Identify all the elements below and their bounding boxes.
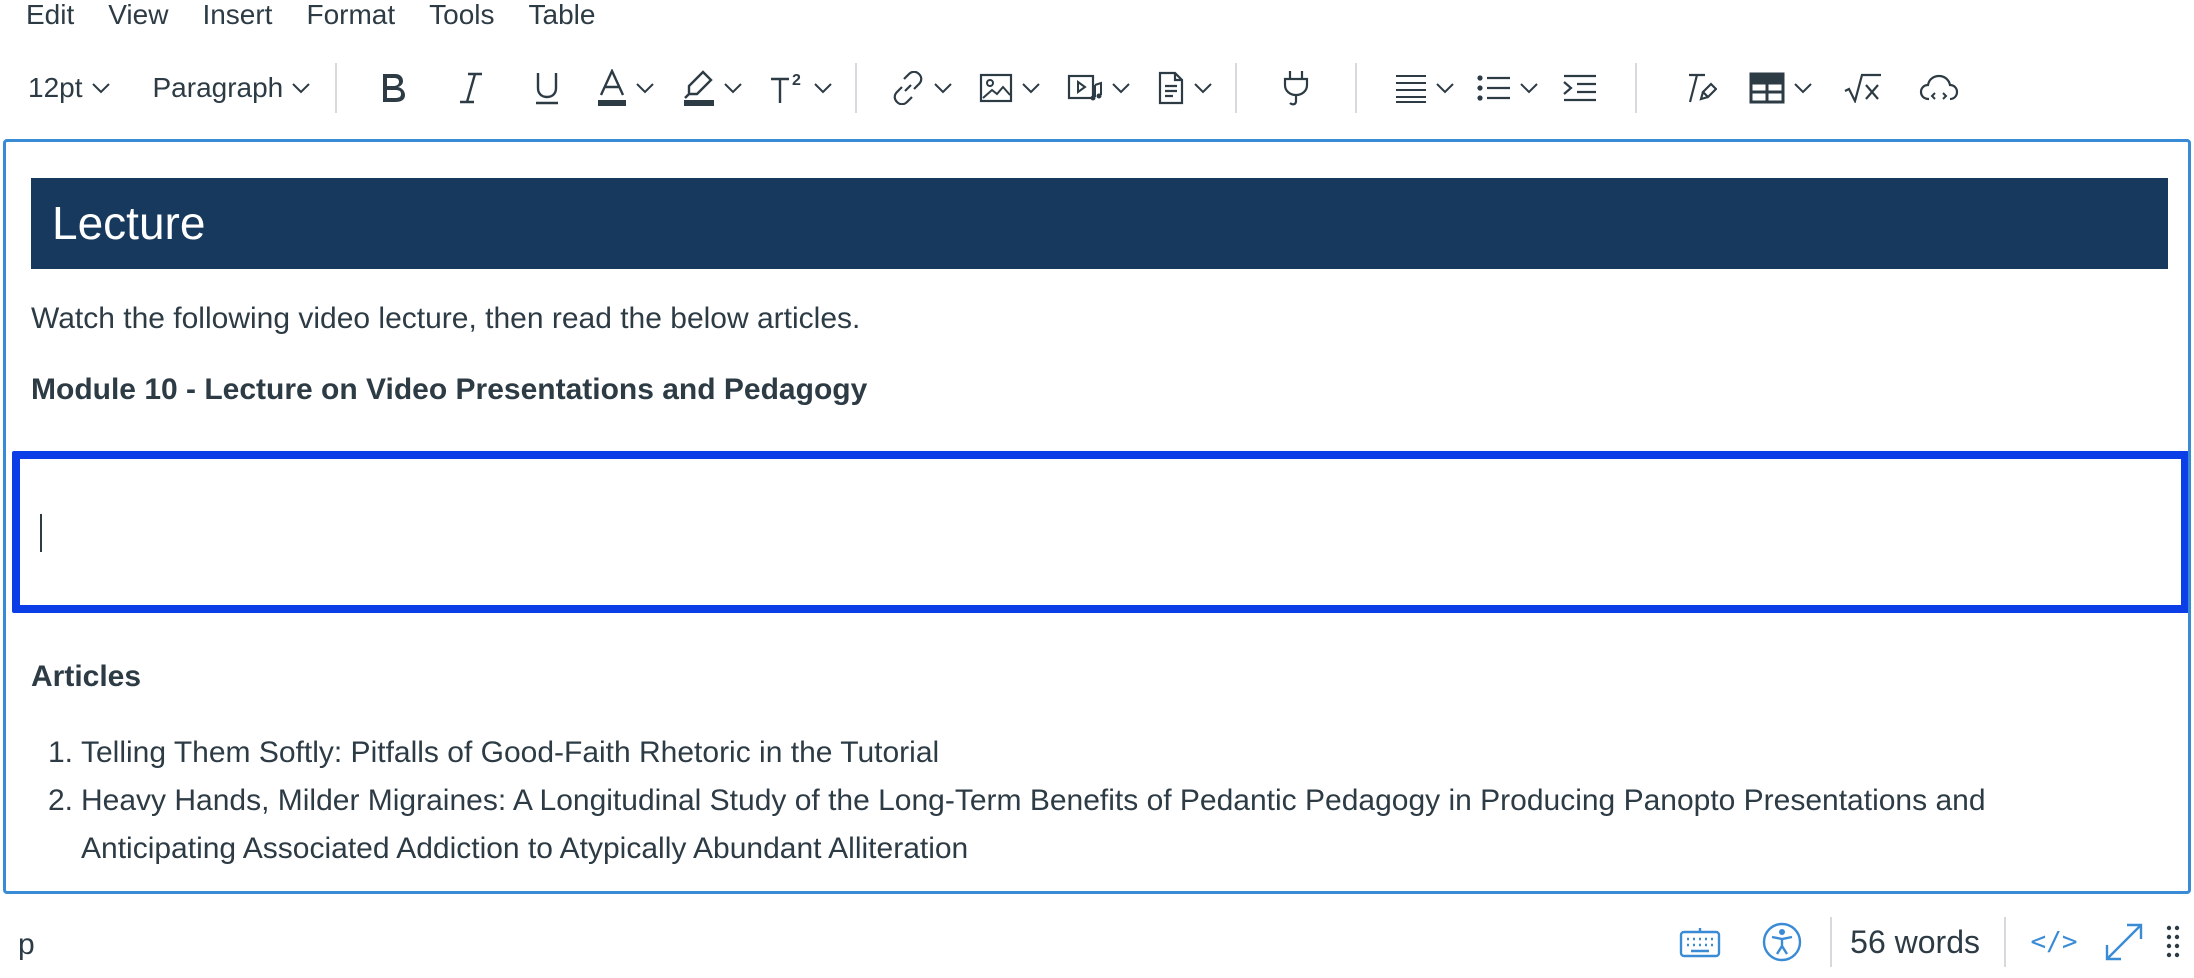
chevron-down-icon	[814, 83, 832, 94]
image-button[interactable]	[979, 58, 1041, 118]
document-button[interactable]	[1157, 58, 1213, 118]
statusbar-separator	[2004, 917, 2006, 967]
chevron-down-icon	[1194, 83, 1212, 94]
banner-title: Lecture	[52, 197, 206, 249]
clear-formatting-icon	[1689, 73, 1718, 103]
bold-button[interactable]	[361, 58, 425, 118]
underline-button[interactable]	[515, 58, 579, 118]
font-size-value: 12pt	[28, 72, 83, 103]
chevron-down-icon	[1794, 83, 1812, 94]
code-icon: </>	[2030, 927, 2078, 957]
html-editor-toggle[interactable]: </>	[2024, 912, 2084, 972]
toolbar-separator	[855, 63, 858, 113]
video-embed-placeholder[interactable]	[12, 451, 2188, 613]
chevron-down-icon	[1436, 83, 1454, 94]
superscript-icon: 2	[771, 72, 801, 103]
menubar: Edit View Insert Format Tools Table	[0, 0, 2194, 36]
list-number: 2.	[47, 784, 73, 817]
italic-icon	[460, 72, 483, 104]
document-icon	[1159, 71, 1184, 105]
chevron-down-icon	[292, 83, 310, 94]
link-icon	[893, 71, 923, 105]
chevron-down-icon	[91, 83, 110, 94]
chevron-down-icon	[724, 83, 742, 94]
element-path[interactable]: p	[18, 928, 35, 962]
superscript-button[interactable]: 2	[769, 58, 833, 118]
table-button[interactable]	[1749, 58, 1813, 118]
align-button[interactable]	[1395, 58, 1455, 118]
accessibility-icon	[1762, 922, 1802, 962]
list-number: 1.	[47, 736, 73, 769]
media-icon	[1068, 74, 1103, 101]
statusbar: p 56 words </>	[0, 906, 2194, 978]
chevron-down-icon	[636, 83, 654, 94]
menu-edit[interactable]: Edit	[26, 0, 74, 30]
equation-button[interactable]	[1831, 58, 1895, 118]
list-item[interactable]: 2. Heavy Hands, Milder Migraines: A Long…	[31, 777, 2171, 873]
toolbar: 12pt Paragraph 2	[0, 52, 2194, 124]
italic-button[interactable]	[439, 58, 503, 118]
toolbar-separator	[1355, 63, 1358, 113]
editor-content-area[interactable]: Lecture Watch the following video lectur…	[3, 139, 2191, 894]
block-format-value: Paragraph	[152, 72, 284, 103]
image-icon	[980, 73, 1013, 103]
menu-insert[interactable]: Insert	[202, 0, 272, 30]
toolbar-separator	[1235, 63, 1238, 113]
bullet-list-icon	[1477, 75, 1511, 101]
drag-handle-icon	[2166, 925, 2180, 958]
text-cursor	[40, 514, 42, 552]
module-title[interactable]: Module 10 - Lecture on Video Presentatio…	[31, 370, 867, 410]
articles-heading[interactable]: Articles	[31, 657, 141, 697]
menu-table[interactable]: Table	[529, 0, 596, 30]
statusbar-separator	[1830, 917, 1833, 967]
chevron-down-icon	[1112, 83, 1130, 94]
block-format-select[interactable]: Paragraph	[153, 58, 312, 118]
toolbar-separator	[335, 63, 338, 113]
chevron-down-icon	[1022, 83, 1040, 94]
media-button[interactable]	[1067, 58, 1131, 118]
intro-paragraph[interactable]: Watch the following video lecture, then …	[31, 299, 860, 339]
indent-button[interactable]	[1563, 58, 1597, 118]
article-title-line: Heavy Hands, Milder Migraines: A Longitu…	[81, 784, 1986, 817]
indent-icon	[1563, 74, 1597, 102]
chevron-down-icon	[934, 83, 952, 94]
keyboard-icon	[1679, 928, 1721, 958]
highlight-color-button[interactable]	[683, 58, 743, 118]
article-title[interactable]: Heavy Hands, Milder Migraines: A Longitu…	[81, 777, 2171, 873]
square-root-icon	[1844, 73, 1882, 103]
list-item[interactable]: 1. Telling Them Softly: Pitfalls of Good…	[31, 729, 2171, 777]
fullscreen-button[interactable]	[2096, 912, 2152, 972]
svg-text:2: 2	[792, 72, 801, 89]
menu-view[interactable]: View	[108, 0, 168, 30]
article-title[interactable]: Telling Them Softly: Pitfalls of Good-Fa…	[81, 729, 2171, 777]
highlighter-icon	[684, 70, 715, 106]
text-color-button[interactable]	[597, 58, 655, 118]
plug-icon	[1284, 71, 1309, 106]
upload-cloud-button[interactable]	[1907, 58, 1971, 118]
accessibility-checker-button[interactable]	[1752, 912, 1812, 972]
list-button[interactable]	[1477, 58, 1539, 118]
font-size-select[interactable]: 12pt	[28, 58, 111, 118]
menu-tools[interactable]: Tools	[429, 0, 494, 30]
text-color-icon	[598, 69, 627, 106]
articles-list: 1. Telling Them Softly: Pitfalls of Good…	[31, 729, 2171, 873]
article-title-line: Anticipating Associated Addiction to Aty…	[81, 832, 969, 865]
statusbar-right: 56 words </>	[1670, 906, 2194, 978]
lecture-banner: Lecture	[31, 178, 2168, 269]
clear-formatting-button[interactable]	[1667, 58, 1731, 118]
toolbar-separator	[1635, 63, 1638, 113]
cloud-icon	[1920, 74, 1959, 101]
expand-icon	[2105, 923, 2143, 961]
underline-icon	[536, 73, 559, 105]
chevron-down-icon	[1520, 83, 1538, 94]
apps-plugin-button[interactable]	[1261, 58, 1331, 118]
resize-handle[interactable]	[2158, 912, 2188, 972]
bold-icon	[383, 74, 406, 102]
word-count[interactable]: 56 words	[1850, 924, 1980, 961]
link-button[interactable]	[891, 58, 953, 118]
menu-format[interactable]: Format	[306, 0, 395, 30]
keyboard-shortcuts-button[interactable]	[1670, 912, 1730, 972]
table-icon	[1749, 72, 1785, 104]
align-left-icon	[1396, 75, 1427, 103]
